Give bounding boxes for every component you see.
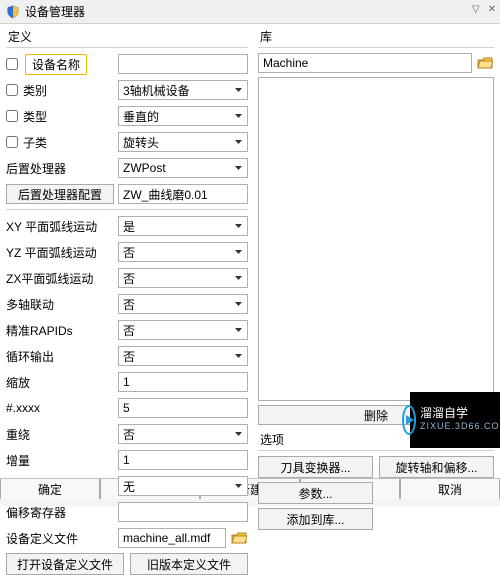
chevron-down-icon (231, 82, 245, 98)
input-incr[interactable] (118, 450, 248, 470)
input-hash[interactable] (118, 398, 248, 418)
combo-category-value: 3轴机械设备 (123, 82, 190, 99)
open-def-button[interactable]: 打开设备定义文件 (6, 553, 124, 575)
window-titlebar: 设备管理器 ▽ ✕ (0, 0, 500, 24)
combo-rapids-value: 否 (123, 322, 135, 339)
combo-post[interactable]: ZWPost (118, 158, 248, 178)
label-incr: 增量 (6, 452, 30, 469)
chevron-down-icon (231, 296, 245, 312)
combo-zx[interactable]: 否 (118, 268, 248, 288)
section-definition: 定义 (6, 28, 248, 45)
label-zx: ZX平面弧线运动 (6, 270, 93, 287)
rot-axis-button[interactable]: 旋转轴和偏移... (379, 456, 494, 478)
folder-open-icon[interactable] (476, 56, 494, 70)
separator (258, 450, 494, 451)
section-library: 库 (258, 28, 494, 45)
combo-type-value: 垂直的 (123, 108, 159, 125)
separator (258, 47, 494, 48)
combo-tool-comp-value: 无 (123, 478, 135, 495)
close-icon[interactable]: ✕ (488, 4, 496, 15)
combo-subclass[interactable]: 旋转头 (118, 132, 248, 152)
chevron-down-icon (231, 270, 245, 286)
chevron-down-icon (231, 244, 245, 260)
label-rewind: 重绕 (6, 426, 30, 443)
checkbox-category[interactable] (6, 84, 18, 96)
separator (6, 209, 248, 210)
combo-tool-comp[interactable]: 无 (118, 476, 248, 496)
checkbox-subclass[interactable] (6, 136, 18, 148)
post-config-button[interactable]: 后置处理器配置 (6, 184, 114, 204)
delete-button[interactable]: 删除 (258, 405, 494, 425)
combo-category[interactable]: 3轴机械设备 (118, 80, 248, 100)
combo-post-value: ZWPost (123, 161, 166, 175)
chevron-down-icon (231, 348, 245, 364)
combo-yz-value: 否 (123, 244, 135, 261)
combo-rewind-value: 否 (123, 426, 135, 443)
input-device-name[interactable] (118, 54, 248, 74)
combo-xy[interactable]: 是 (118, 216, 248, 236)
label-hash: #.xxxx (6, 401, 40, 415)
label-offset-reg: 偏移寄存器 (6, 504, 66, 521)
ok-button[interactable]: 确定 (0, 479, 100, 499)
label-multi: 多轴联动 (6, 296, 54, 313)
label-yz: YZ 平面弧线运动 (6, 244, 97, 261)
shield-icon (6, 5, 20, 19)
label-type: 类型 (23, 108, 47, 125)
chevron-down-icon (231, 108, 245, 124)
combo-type[interactable]: 垂直的 (118, 106, 248, 126)
input-post-config[interactable] (118, 184, 248, 204)
label-def-file: 设备定义文件 (6, 530, 78, 547)
separator (6, 47, 248, 48)
label-scale: 缩放 (6, 374, 30, 391)
section-options: 选项 (258, 431, 494, 448)
combo-xy-value: 是 (123, 218, 135, 235)
params-button[interactable]: 参数... (258, 482, 373, 504)
dropdown-icon[interactable]: ▽ (472, 4, 480, 15)
chevron-down-icon (231, 322, 245, 338)
chevron-down-icon (231, 478, 245, 494)
label-subclass: 子类 (23, 134, 47, 151)
combo-multi-value: 否 (123, 296, 135, 313)
window-controls: ▽ ✕ (472, 4, 496, 15)
chevron-down-icon (231, 426, 245, 442)
combo-multi[interactable]: 否 (118, 294, 248, 314)
chevron-down-icon (231, 218, 245, 234)
input-scale[interactable] (118, 372, 248, 392)
window-title: 设备管理器 (25, 3, 85, 20)
chevron-down-icon (231, 134, 245, 150)
input-library-path[interactable] (258, 53, 472, 73)
combo-loop[interactable]: 否 (118, 346, 248, 366)
label-xy: XY 平面弧线运动 (6, 218, 97, 235)
combo-yz[interactable]: 否 (118, 242, 248, 262)
label-post: 后置处理器 (6, 160, 66, 177)
input-offset-reg[interactable] (118, 502, 248, 522)
combo-rewind[interactable]: 否 (118, 424, 248, 444)
label-rapids: 精准RAPIDs (6, 322, 73, 339)
add-to-lib-button[interactable]: 添加到库... (258, 508, 373, 530)
label-loop: 循环输出 (6, 348, 54, 365)
label-category: 类别 (23, 82, 47, 99)
combo-zx-value: 否 (123, 270, 135, 287)
input-def-file[interactable] (118, 528, 226, 548)
combo-rapids[interactable]: 否 (118, 320, 248, 340)
checkbox-device-name[interactable] (6, 58, 18, 70)
folder-open-icon[interactable] (230, 531, 248, 545)
chevron-down-icon (231, 160, 245, 176)
library-tree[interactable] (258, 77, 494, 401)
combo-subclass-value: 旋转头 (123, 134, 159, 151)
label-device-name: 设备名称 (25, 54, 87, 75)
tool-changer-button[interactable]: 刀具变换器... (258, 456, 373, 478)
old-def-button[interactable]: 旧版本定义文件 (130, 553, 248, 575)
combo-loop-value: 否 (123, 348, 135, 365)
checkbox-type[interactable] (6, 110, 18, 122)
